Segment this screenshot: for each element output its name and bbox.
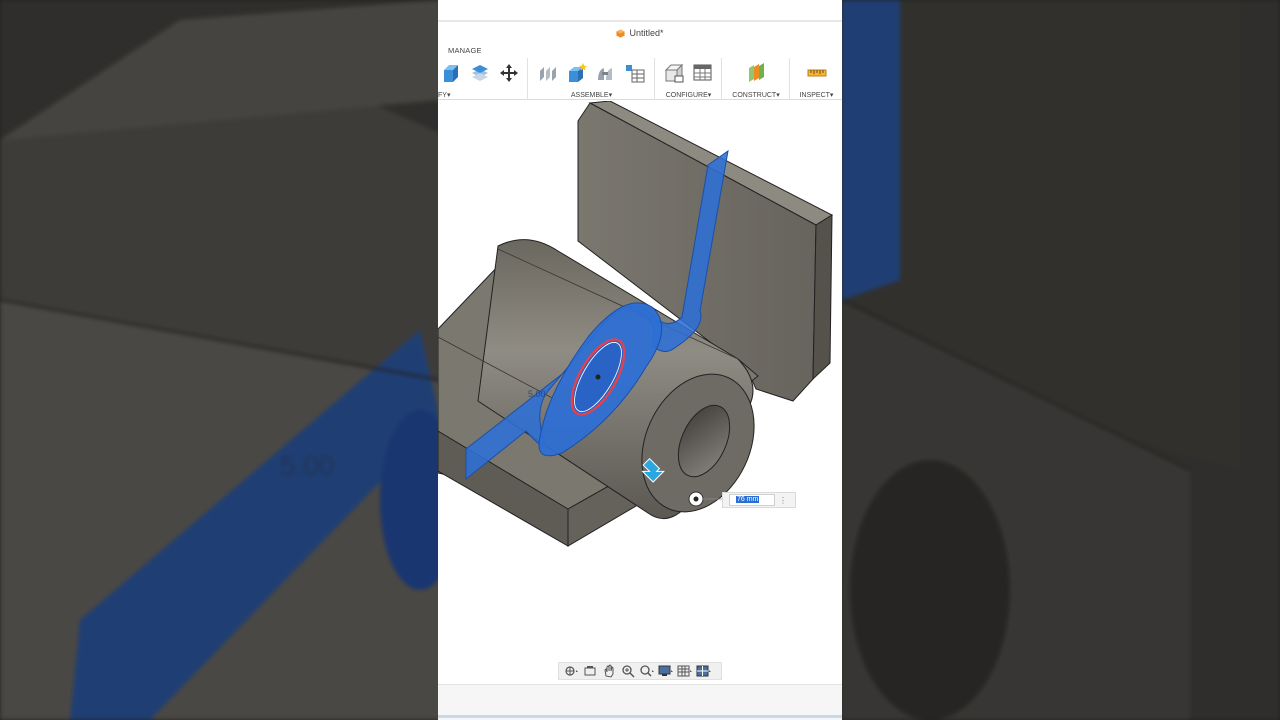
group-construct: CONSTRUCT▾ xyxy=(723,58,790,100)
zoom-icon[interactable] xyxy=(620,664,636,678)
canvas-viewport[interactable]: 5.00 xyxy=(438,101,842,684)
chevron-down-icon: ▾ xyxy=(776,92,780,99)
pan-icon[interactable] xyxy=(601,664,617,678)
group-inspect-label: INSPECT xyxy=(799,92,830,99)
document-title: Untitled* xyxy=(629,28,664,38)
more-options-icon[interactable]: ⋮ xyxy=(779,496,787,505)
chevron-down-icon: ▾ xyxy=(707,92,712,99)
rigid-group-icon[interactable] xyxy=(595,62,617,84)
group-assemble-label: ASSEMBLE xyxy=(570,92,609,99)
chevron-down-icon: ▾ xyxy=(608,92,613,99)
grid-settings-icon[interactable] xyxy=(677,664,693,678)
distance-input[interactable]: 76 mm xyxy=(729,494,775,506)
bottom-strip xyxy=(438,684,842,720)
model-canvas[interactable]: 5.00 xyxy=(438,101,842,684)
new-component-icon[interactable] xyxy=(566,62,588,84)
navigation-toolbar xyxy=(558,662,722,680)
fusion-app-window: Untitled* MANAGE FY▾ ASSEMBLE▾ CONFIGURE… xyxy=(438,0,842,720)
joint-icon[interactable] xyxy=(537,62,559,84)
timeline-bar xyxy=(438,715,842,718)
configure-table-icon[interactable] xyxy=(692,62,714,84)
group-assemble: ASSEMBLE▾ xyxy=(529,58,655,100)
chevron-down-icon: ▾ xyxy=(446,92,451,99)
orbit-icon[interactable] xyxy=(563,664,579,678)
dimension-label: 5.00 xyxy=(528,389,546,399)
measure-icon[interactable] xyxy=(806,62,828,84)
wall-side-face[interactable] xyxy=(812,214,833,381)
viewports-icon[interactable] xyxy=(696,664,712,678)
tab-manage[interactable]: MANAGE xyxy=(448,46,482,55)
document-cube-icon xyxy=(616,28,626,38)
extrude-handle[interactable] xyxy=(688,491,704,507)
group-construct-label: CONSTRUCT xyxy=(732,92,777,99)
video-frame: 5.00 Untitled* MANAGE FY▾ ASSEMBLE▾ CONF… xyxy=(0,0,1280,720)
distance-input-box: 76 mm ⋮ xyxy=(722,492,796,508)
look-at-icon[interactable] xyxy=(582,664,598,678)
fit-icon[interactable] xyxy=(639,664,655,678)
offset-plane-icon[interactable] xyxy=(745,62,767,84)
configure-part-icon[interactable] xyxy=(663,62,685,84)
layers-icon[interactable] xyxy=(469,62,491,84)
group-modify-label: FY xyxy=(438,92,447,99)
box-icon[interactable] xyxy=(440,62,462,84)
chevron-down-icon: ▾ xyxy=(829,92,834,99)
profile-center-point[interactable] xyxy=(595,374,601,380)
parameter-table-icon[interactable] xyxy=(624,62,646,84)
top-strip xyxy=(438,0,842,22)
ribbon-groups: FY▾ ASSEMBLE▾ CONFIGURE▾ CONSTRUCT▾ INSP… xyxy=(438,58,842,100)
group-inspect: INSPECT▾ xyxy=(791,58,842,100)
group-modify: FY▾ xyxy=(438,58,528,100)
group-configure-label: CONFIGURE xyxy=(665,92,708,99)
display-settings-icon[interactable] xyxy=(658,664,674,678)
group-configure: CONFIGURE▾ xyxy=(656,58,722,100)
document-title-bar: Untitled* xyxy=(438,24,842,42)
toolbar-ribbon: MANAGE FY▾ ASSEMBLE▾ CONFIGURE▾ CONSTRUC… xyxy=(438,42,842,100)
move-icon[interactable] xyxy=(498,62,520,84)
distance-input-value: 76 mm xyxy=(736,496,760,503)
